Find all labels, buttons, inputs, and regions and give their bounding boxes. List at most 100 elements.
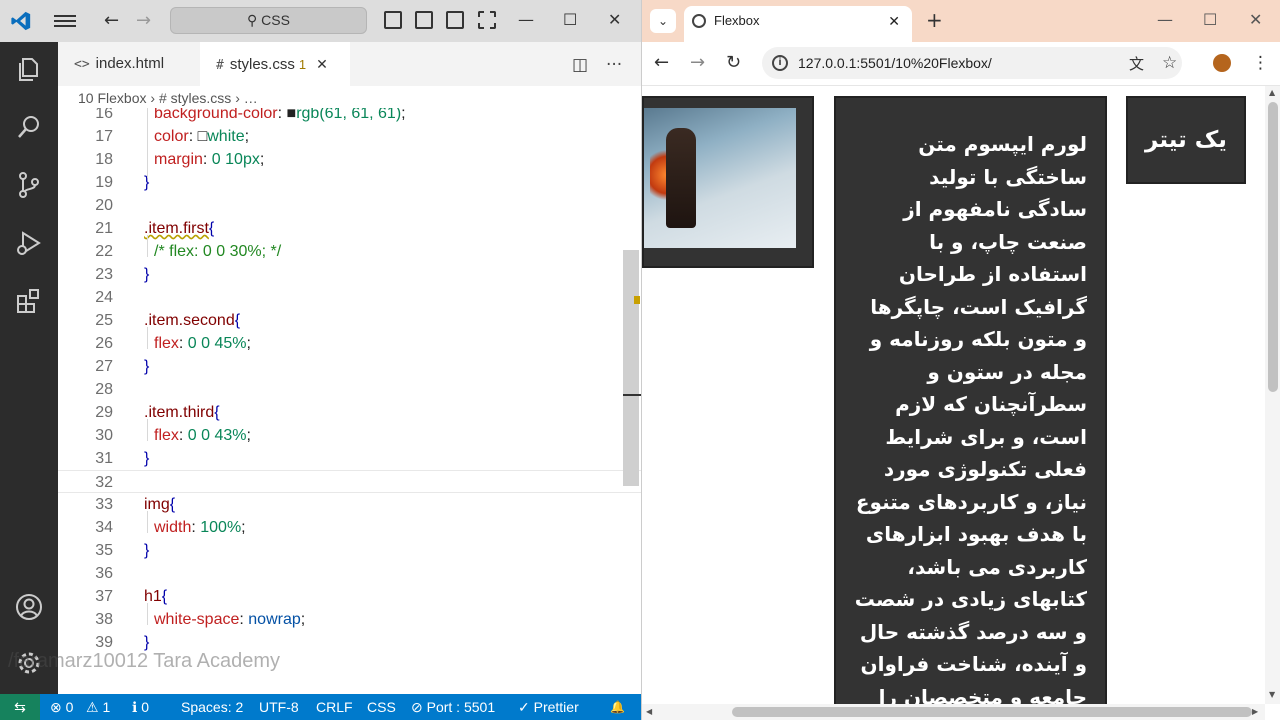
- code-line[interactable]: 28: [58, 378, 641, 401]
- code-line[interactable]: 36: [58, 562, 641, 585]
- toggle-secondary-sidebar-icon[interactable]: [446, 11, 464, 29]
- browser-tab[interactable]: Flexbox ✕: [684, 6, 912, 42]
- code-line[interactable]: 16 background-color: ■rgb(61, 61, 61);: [58, 108, 641, 125]
- menu-icon[interactable]: [54, 12, 76, 30]
- code-token: {: [208, 220, 215, 237]
- code-line[interactable]: 18 margin: 0 10px;: [58, 148, 641, 171]
- tab-index-html[interactable]: <> index.html: [58, 42, 200, 86]
- code-text: }: [144, 539, 149, 562]
- soldier-image: [644, 108, 796, 248]
- code-line[interactable]: 19}: [58, 171, 641, 194]
- tab-styles-css[interactable]: # styles.css 1 ✕: [200, 42, 350, 86]
- code-line[interactable]: 17 color: □white;: [58, 125, 641, 148]
- tab-close-icon[interactable]: ✕: [888, 6, 900, 36]
- code-line[interactable]: 32: [58, 470, 641, 493]
- code-token: {: [161, 588, 168, 605]
- code-line[interactable]: 24: [58, 286, 641, 309]
- scroll-up-icon[interactable]: ▲: [1269, 88, 1275, 97]
- vertical-scrollbar-thumb[interactable]: [1268, 102, 1278, 392]
- code-token: ;: [401, 108, 406, 122]
- remote-indicator-icon[interactable]: ⇆: [0, 694, 40, 720]
- code-line[interactable]: 38 white-space: nowrap;: [58, 608, 641, 631]
- code-line[interactable]: 30 flex: 0 0 43%;: [58, 424, 641, 447]
- breadcrumb-folder[interactable]: 10 Flexbox: [78, 90, 146, 106]
- code-line[interactable]: 29 .item.third{: [58, 401, 641, 424]
- code-text: .item.first{: [144, 217, 214, 240]
- more-menu-icon[interactable]: ⋮: [1252, 53, 1269, 73]
- forward-arrow-icon[interactable]: →: [136, 10, 151, 31]
- code-token: :: [277, 108, 287, 122]
- forward-arrow-icon[interactable]: →: [690, 52, 705, 73]
- back-arrow-icon[interactable]: ←: [654, 52, 669, 73]
- code-line[interactable]: 33 img{: [58, 493, 641, 516]
- code-line[interactable]: 34 width: 100%;: [58, 516, 641, 539]
- vertical-scrollbar[interactable]: ▲ ▼: [1265, 86, 1280, 704]
- source-control-icon[interactable]: [14, 170, 44, 200]
- line-number: 17: [95, 128, 113, 145]
- code-token: 0 0 43%: [187, 427, 247, 444]
- profile-avatar-icon[interactable]: [1213, 54, 1231, 72]
- status-spaces[interactable]: Spaces: 2: [181, 694, 243, 720]
- minimize-icon[interactable]: —: [1157, 10, 1173, 29]
- breadcrumb-file[interactable]: # styles.css: [159, 90, 231, 106]
- search-icon: ⚲: [247, 12, 258, 28]
- new-tab-plus-icon[interactable]: +: [926, 8, 943, 32]
- code-line[interactable]: 31}: [58, 447, 641, 470]
- command-center-search[interactable]: ⚲ CSS: [170, 7, 367, 34]
- reload-icon[interactable]: ↻: [726, 52, 741, 73]
- status-language[interactable]: CSS: [367, 694, 396, 720]
- close-icon[interactable]: ✕: [608, 10, 621, 29]
- status-info[interactable]: ℹ 0: [132, 694, 149, 720]
- code-line[interactable]: 23}: [58, 263, 641, 286]
- status-prettier[interactable]: ✓ Prettier: [518, 694, 579, 720]
- vscode-logo-icon: [11, 11, 31, 31]
- maximize-icon[interactable]: ☐: [563, 10, 577, 29]
- tab-close-icon[interactable]: ✕: [316, 56, 328, 72]
- scroll-left-icon[interactable]: ◀: [646, 707, 652, 716]
- more-actions-icon[interactable]: ···: [606, 55, 622, 75]
- code-token: flex: [154, 427, 179, 444]
- search-icon[interactable]: [14, 112, 44, 142]
- breadcrumb-symbol[interactable]: …: [244, 90, 258, 106]
- code-text: /* flex: 0 0 30%; */: [154, 240, 281, 263]
- code-line[interactable]: 25 .item.second{: [58, 309, 641, 332]
- editor-scrollbar-thumb[interactable]: [623, 250, 639, 486]
- translate-icon[interactable]: 文: [1129, 53, 1144, 74]
- soldier-figure: [666, 128, 696, 228]
- bookmark-star-icon[interactable]: ☆: [1162, 53, 1177, 73]
- code-editor[interactable]: 16 background-color: ■rgb(61, 61, 61); 17 c…: [58, 108, 641, 694]
- toggle-primary-sidebar-icon[interactable]: [384, 11, 402, 29]
- scroll-down-icon[interactable]: ▼: [1269, 690, 1275, 699]
- status-encoding[interactable]: UTF-8: [259, 694, 299, 720]
- split-editor-icon[interactable]: ◫: [572, 55, 588, 75]
- code-line[interactable]: 22 /* flex: 0 0 30%; */: [58, 240, 641, 263]
- tab-search-chevron-icon[interactable]: ⌄: [650, 9, 676, 33]
- accounts-icon[interactable]: [14, 592, 44, 622]
- notifications-bell-icon[interactable]: 🔔: [610, 694, 625, 720]
- horizontal-scrollbar-thumb[interactable]: [732, 707, 1252, 717]
- address-bar[interactable]: i 127.0.0.1:5501/10%20Flexbox/: [762, 47, 1182, 79]
- back-arrow-icon[interactable]: ←: [104, 10, 119, 31]
- site-info-icon[interactable]: i: [772, 55, 788, 71]
- code-line[interactable]: 26 flex: 0 0 45%;: [58, 332, 641, 355]
- toggle-panel-icon[interactable]: [415, 11, 433, 29]
- scroll-right-icon[interactable]: ▶: [1252, 707, 1258, 716]
- maximize-icon[interactable]: ☐: [1203, 10, 1217, 29]
- status-warnings[interactable]: ⚠ 1: [86, 694, 110, 720]
- customize-layout-icon[interactable]: [478, 11, 496, 29]
- status-eol[interactable]: CRLF: [316, 694, 353, 720]
- code-line[interactable]: 20: [58, 194, 641, 217]
- status-port[interactable]: ⊘ Port : 5501: [411, 694, 495, 720]
- run-debug-icon[interactable]: [14, 228, 44, 258]
- code-line[interactable]: 35}: [58, 539, 641, 562]
- status-errors[interactable]: ⊗ 0: [50, 694, 73, 720]
- code-line[interactable]: 27}: [58, 355, 641, 378]
- horizontal-scrollbar[interactable]: ◀ ▶: [642, 704, 1265, 720]
- code-line[interactable]: 37 h1{: [58, 585, 641, 608]
- line-number: 24: [95, 289, 113, 306]
- extensions-icon[interactable]: [14, 286, 44, 316]
- close-icon[interactable]: ✕: [1249, 10, 1262, 29]
- minimize-icon[interactable]: —: [518, 10, 534, 29]
- explorer-icon[interactable]: [14, 54, 44, 84]
- code-line[interactable]: 21 .item.first{: [58, 217, 641, 240]
